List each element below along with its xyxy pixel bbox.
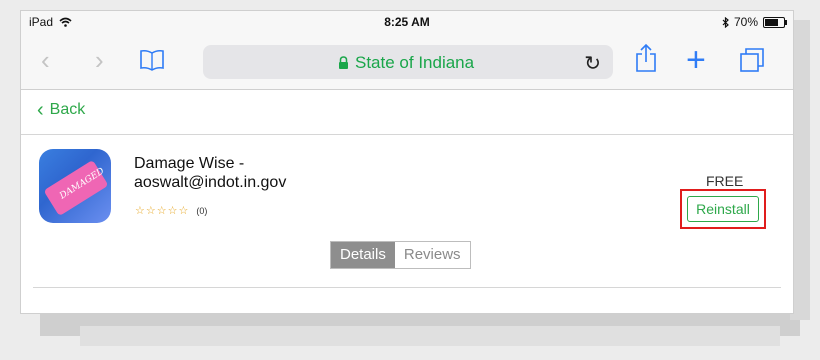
add-icon[interactable]: + (686, 43, 706, 77)
status-right: 70% (722, 15, 787, 29)
battery-icon (763, 16, 787, 28)
details-reviews-segment: Details Reviews (330, 241, 471, 269)
battery-percent: 70% (733, 15, 758, 29)
battery-fill (765, 18, 778, 26)
star-rating: ☆☆☆☆☆ (0) (135, 204, 207, 217)
bluetooth-icon (722, 16, 729, 28)
status-time: 8:25 AM (384, 15, 430, 29)
divider (33, 287, 781, 288)
chevron-left-icon: ‹ (37, 99, 44, 121)
tab-reviews[interactable]: Reviews (394, 242, 470, 268)
app-icon[interactable]: DAMAGED (39, 149, 111, 223)
back-label: Back (49, 101, 86, 118)
safari-toolbar: ‹ › State of Indiana ↻ + (21, 33, 793, 90)
reload-icon[interactable]: ↻ (584, 51, 601, 76)
address-text: State of Indiana (355, 53, 475, 72)
back-arrow-icon[interactable]: ‹ (41, 47, 50, 73)
reinstall-button[interactable]: Reinstall (687, 196, 759, 222)
status-bar: iPad 8:25 AM 70% (21, 11, 793, 33)
ipad-screen: iPad 8:25 AM 70% ‹ › State of Indiana ↻ … (20, 10, 794, 314)
address-bar[interactable]: State of Indiana ↻ (203, 45, 613, 79)
rating-count: (0) (196, 206, 208, 216)
app-title-line1: Damage Wise - (134, 155, 245, 172)
star-icons: ☆☆☆☆☆ (135, 205, 190, 217)
back-row: ‹ Back (21, 90, 793, 135)
backdrop-shadow (80, 326, 780, 346)
bookmarks-icon[interactable] (139, 49, 165, 71)
tab-details[interactable]: Details (331, 242, 395, 268)
lock-icon (339, 56, 348, 69)
app-title: Damage Wise - aoswalt@indot.in.gov (134, 154, 286, 192)
share-icon[interactable] (635, 43, 657, 73)
forward-arrow-icon[interactable]: › (95, 47, 104, 73)
tabs-icon[interactable] (739, 47, 765, 73)
back-link[interactable]: ‹ Back (37, 99, 86, 121)
price-label: FREE (706, 173, 744, 189)
app-title-line2: aoswalt@indot.in.gov (134, 174, 287, 191)
